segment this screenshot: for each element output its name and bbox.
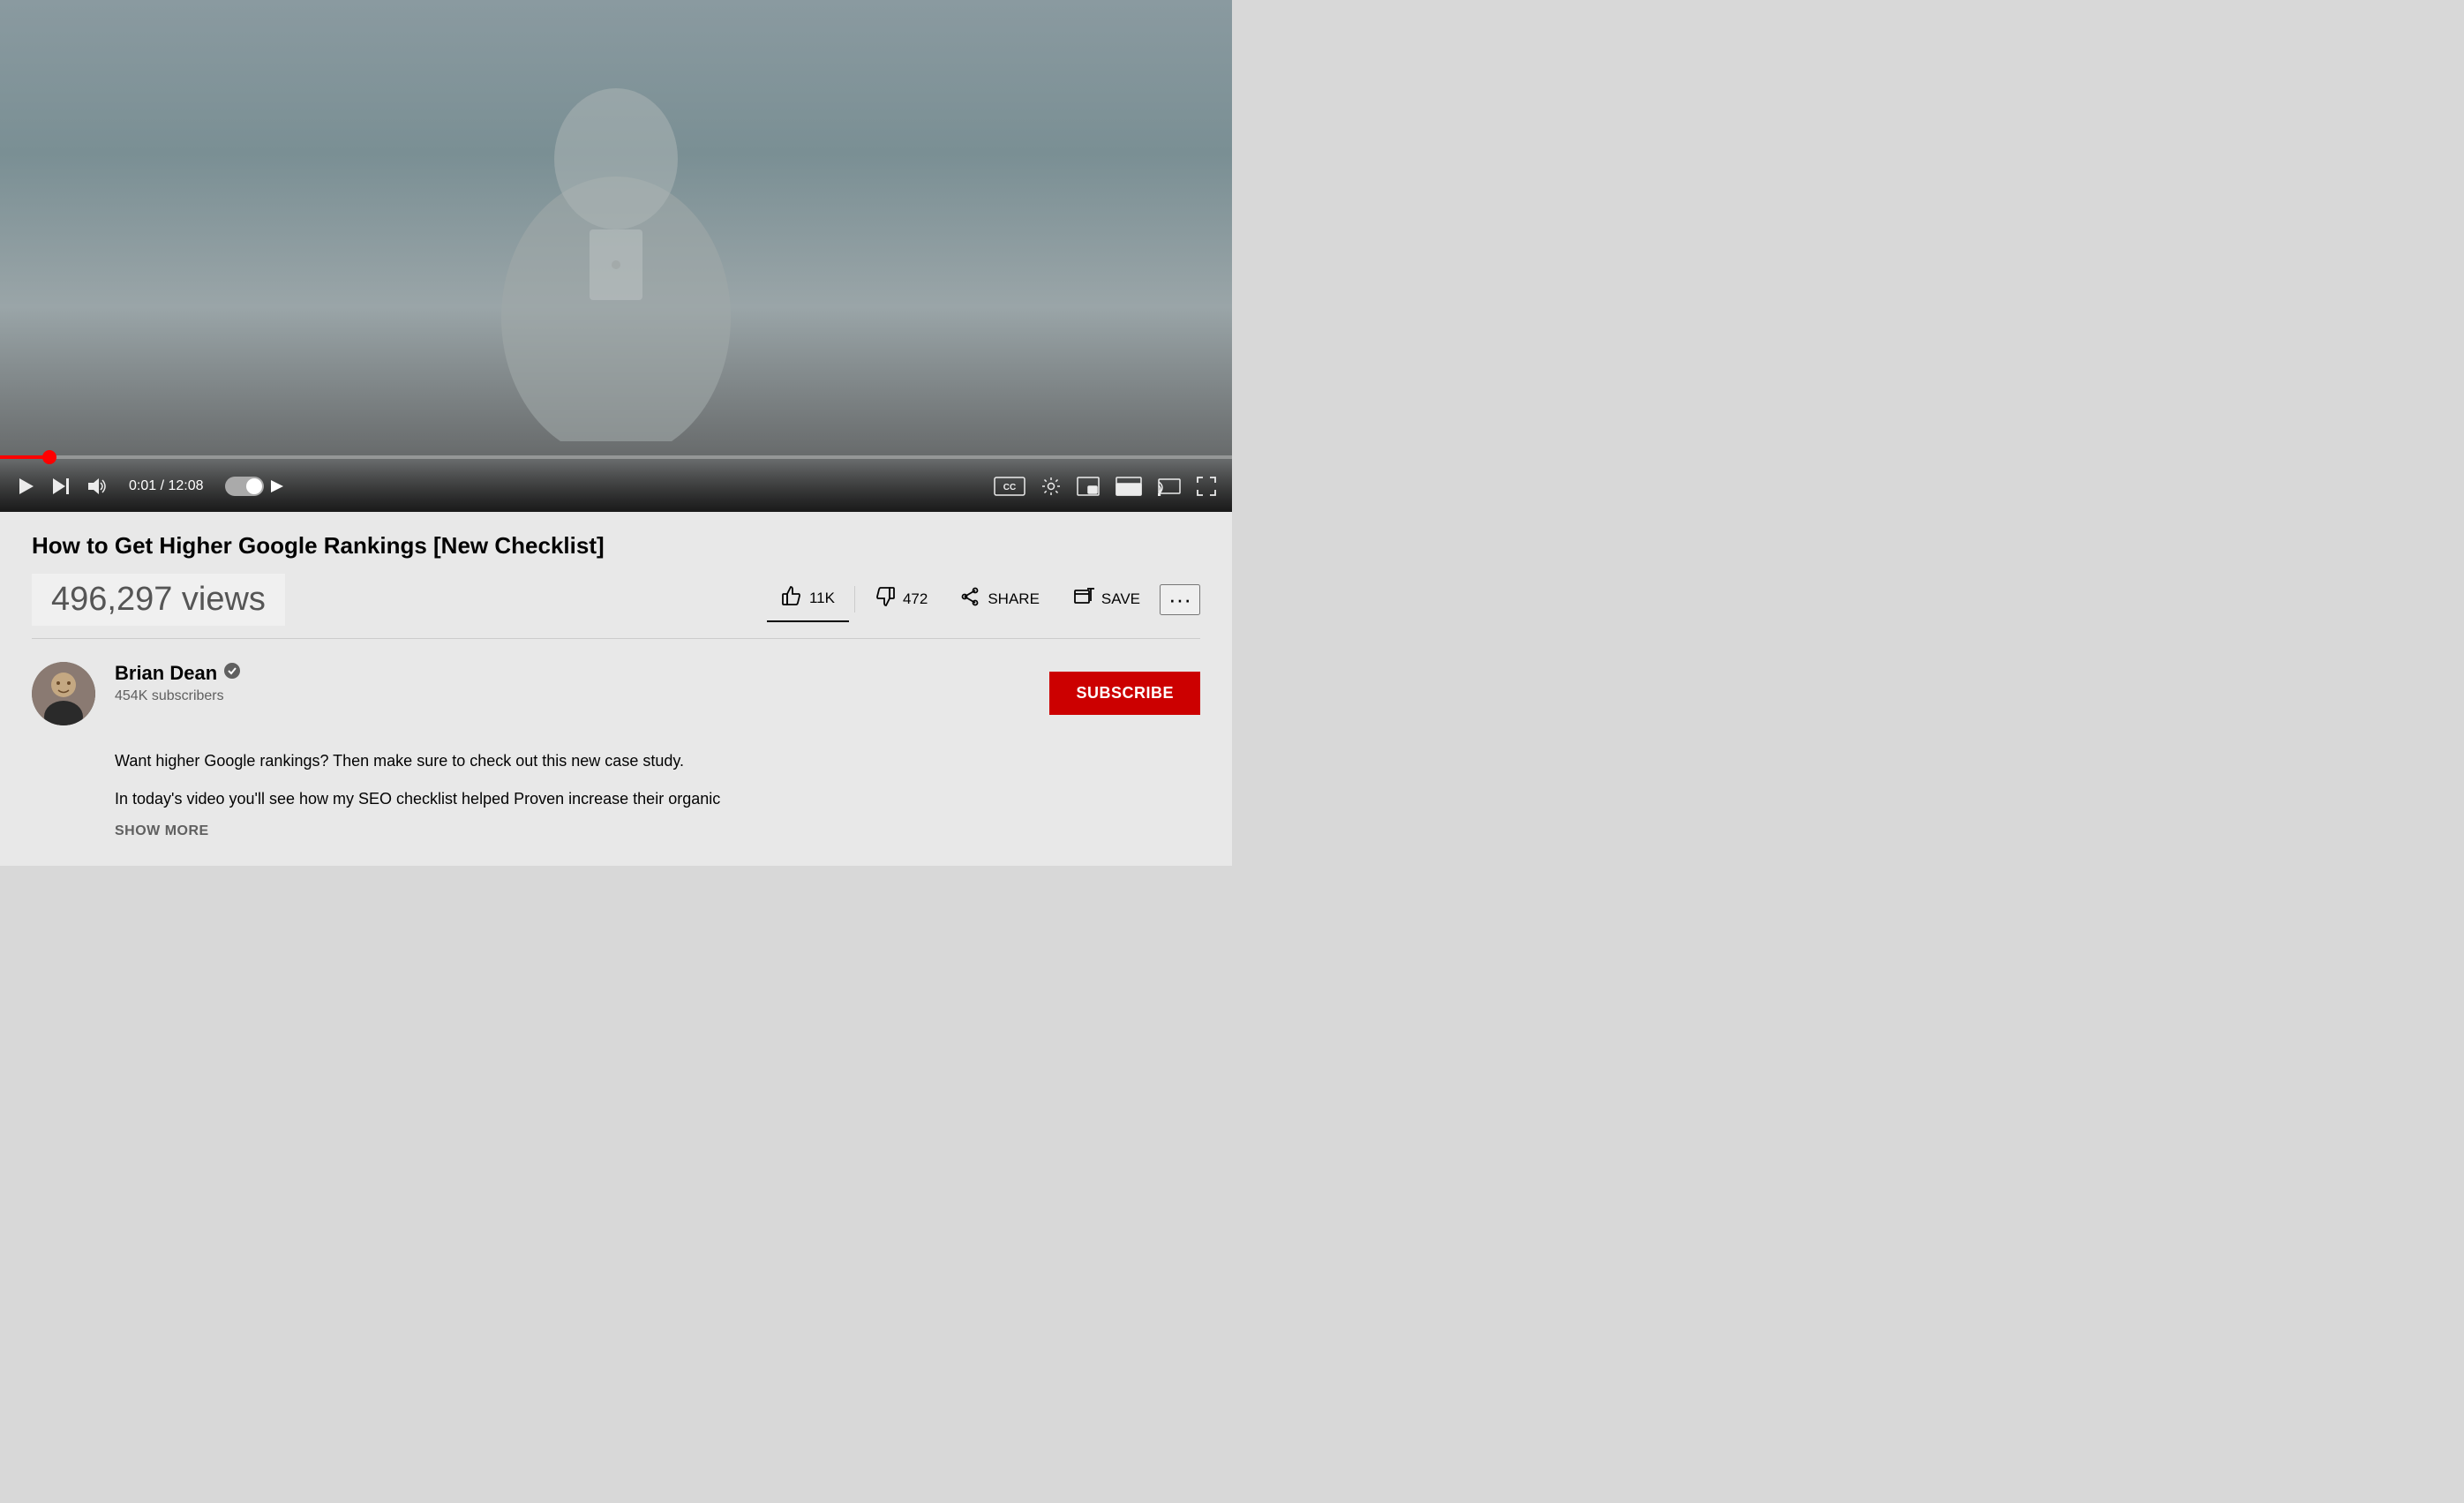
theater-button[interactable] <box>1116 477 1142 496</box>
view-count: 496,297 views <box>32 574 285 626</box>
channel-name[interactable]: Brian Dean <box>115 662 217 685</box>
action-buttons: 11K 472 <box>767 576 1200 622</box>
description-section: Want higher Google rankings? Then make s… <box>0 748 1232 867</box>
share-icon <box>961 587 980 612</box>
video-player[interactable]: 0:01 / 12:08 CC <box>0 0 1232 512</box>
autoplay-toggle[interactable] <box>225 477 285 496</box>
video-title: How to Get Higher Google Rankings [New C… <box>32 531 1200 561</box>
time-display: 0:01 / 12:08 <box>129 478 204 494</box>
save-icon <box>1073 587 1094 612</box>
description-line1: Want higher Google rankings? Then make s… <box>115 748 1200 774</box>
next-button[interactable] <box>51 477 71 496</box>
progress-bar-fill <box>0 455 49 459</box>
checkmark-icon <box>224 663 240 679</box>
video-meta-row: 496,297 views 11K <box>32 574 1200 639</box>
play-button[interactable] <box>16 477 35 496</box>
thumbs-up-icon <box>781 585 802 612</box>
channel-info: Brian Dean 454K subscribers <box>115 662 1049 704</box>
dislike-button[interactable]: 472 <box>860 577 942 621</box>
save-label: SAVE <box>1101 590 1140 608</box>
share-label: SHARE <box>988 590 1040 608</box>
autoplay-switch[interactable] <box>225 477 264 496</box>
cc-button[interactable]: CC <box>994 477 1025 496</box>
verified-badge-icon <box>224 663 240 683</box>
more-button[interactable]: ··· <box>1160 584 1200 615</box>
thumbs-down-icon <box>875 586 896 612</box>
progress-bar-container[interactable] <box>0 455 1232 459</box>
like-button[interactable]: 11K <box>767 576 849 622</box>
share-button[interactable]: SHARE <box>947 578 1054 620</box>
controls-bar: 0:01 / 12:08 CC <box>0 461 1232 512</box>
toggle-knob <box>246 478 262 494</box>
divider <box>854 586 855 612</box>
svg-text:CC: CC <box>1003 483 1016 492</box>
video-thumbnail <box>475 18 757 441</box>
channel-section: Brian Dean 454K subscribers SUBSCRIBE <box>0 639 1232 748</box>
avatar-image <box>32 662 95 725</box>
dislike-count: 472 <box>903 590 928 608</box>
miniplayer-button[interactable] <box>1077 477 1100 496</box>
channel-name-row: Brian Dean <box>115 662 1049 685</box>
description-line2: In today's video you'll see how my SEO c… <box>115 786 1200 812</box>
settings-button[interactable] <box>1041 477 1061 496</box>
volume-button[interactable] <box>86 477 108 496</box>
channel-avatar[interactable] <box>32 662 95 725</box>
cast-button[interactable] <box>1158 477 1181 496</box>
show-more-button[interactable]: SHOW MORE <box>115 823 209 839</box>
save-button[interactable]: SAVE <box>1059 578 1154 620</box>
like-count: 11K <box>809 590 835 607</box>
subscribe-button[interactable]: SUBSCRIBE <box>1049 672 1200 715</box>
video-info-section: How to Get Higher Google Rankings [New C… <box>0 512 1232 639</box>
fullscreen-button[interactable] <box>1197 477 1216 496</box>
subscriber-count: 454K subscribers <box>115 688 1049 704</box>
